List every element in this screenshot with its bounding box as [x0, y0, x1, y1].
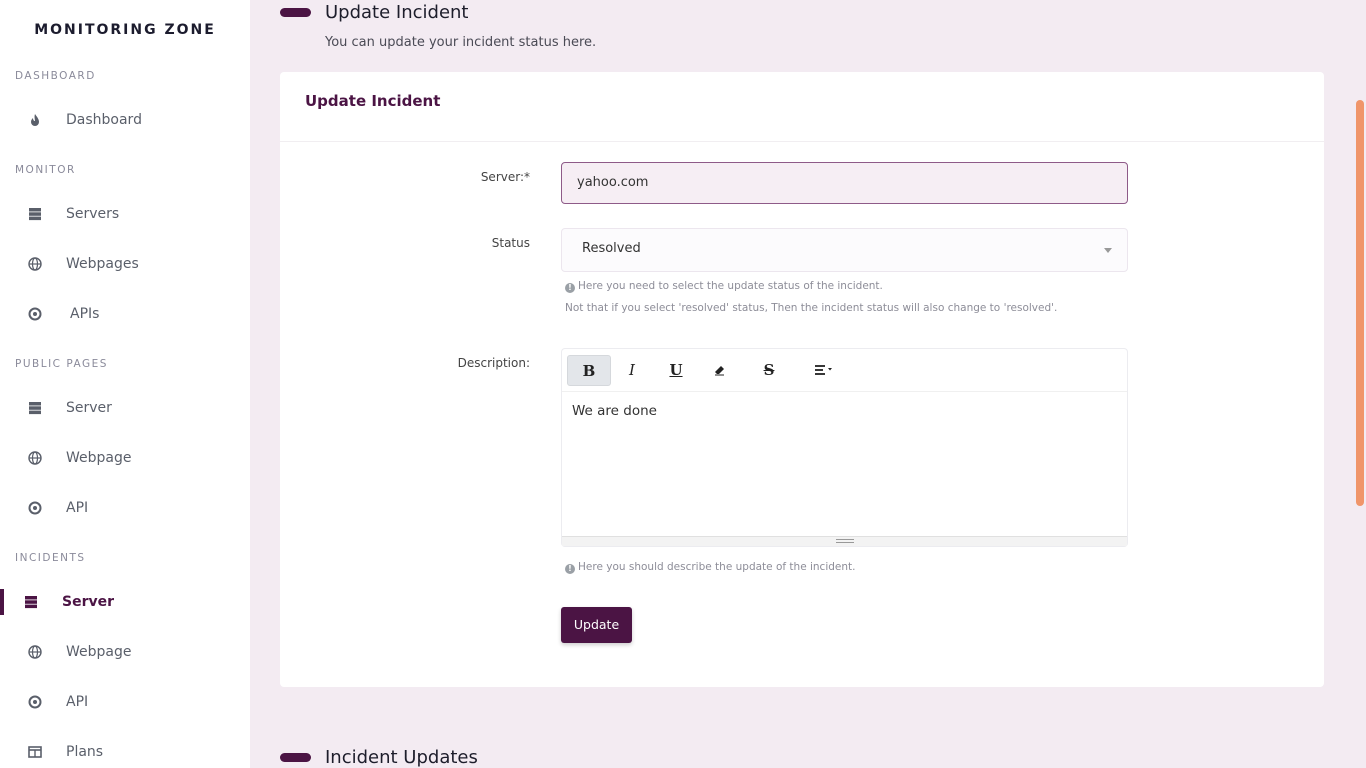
sidebar-item-webpages[interactable]: Webpages — [0, 244, 250, 284]
sidebar-item-incidents-server[interactable]: Server — [0, 582, 250, 622]
sidebar-item-label: Webpage — [66, 644, 132, 660]
sidebar-item-public-webpage[interactable]: Webpage — [0, 438, 250, 478]
description-editor: B I U S We are done — [561, 348, 1128, 547]
sidebar-item-label: API — [66, 694, 89, 710]
sidebar-item-label: Plans — [66, 744, 104, 760]
circle-dot-icon — [28, 307, 42, 321]
card-header: Update Incident — [280, 72, 1324, 142]
bold-button[interactable]: B — [567, 355, 611, 386]
sidebar-item-incidents-api[interactable]: API — [0, 682, 250, 722]
page-title: Update Incident — [325, 2, 469, 23]
status-selected-value: Resolved — [582, 241, 641, 256]
sidebar-item-label: Webpage — [66, 450, 132, 466]
underline-button[interactable]: U — [654, 355, 698, 386]
server-icon — [25, 596, 37, 609]
scrollbar-thumb[interactable] — [1356, 100, 1364, 506]
sidebar-item-public-server[interactable]: Server — [0, 388, 250, 428]
server-icon — [29, 402, 41, 415]
section-label-public-pages: PUBLIC PAGES — [15, 358, 108, 370]
update-incident-card: Update Incident Server:* yahoo.com Statu… — [280, 72, 1324, 687]
globe-icon — [28, 257, 42, 271]
circle-dot-icon — [28, 501, 42, 515]
sidebar-item-label: Dashboard — [66, 112, 142, 128]
globe-icon — [28, 451, 42, 465]
fire-icon — [31, 114, 39, 126]
description-label: Description: — [457, 356, 530, 370]
active-indicator — [0, 589, 4, 615]
align-dropdown-button[interactable] — [802, 355, 846, 386]
page-subtitle: You can update your incident status here… — [325, 35, 597, 50]
sidebar-item-label: Server — [66, 400, 112, 416]
editor-resize-handle[interactable] — [562, 536, 1127, 546]
incident-updates-title: Incident Updates — [325, 747, 478, 768]
sidebar-item-label: Webpages — [66, 256, 139, 272]
update-button[interactable]: Update — [561, 607, 632, 643]
align-left-icon — [815, 365, 832, 375]
eraser-button[interactable] — [698, 355, 742, 386]
editor-toolbar: B I U S — [562, 349, 1127, 392]
sidebar-item-label: APIs — [70, 306, 100, 322]
info-icon: ! — [565, 564, 575, 574]
status-label: Status — [491, 236, 530, 250]
globe-icon — [28, 645, 42, 659]
sidebar-item-dashboard[interactable]: Dashboard — [0, 100, 250, 140]
section-label-incidents: INCIDENTS — [15, 552, 86, 564]
card-title: Update Incident — [305, 92, 441, 110]
sidebar-item-label: API — [66, 500, 89, 516]
title-accent-pill — [280, 8, 311, 17]
table-icon — [28, 746, 42, 758]
sidebar-item-apis[interactable]: APIs — [0, 294, 250, 334]
server-icon — [29, 208, 41, 221]
status-select[interactable]: Resolved — [561, 228, 1128, 272]
sidebar-item-servers[interactable]: Servers — [0, 194, 250, 234]
info-icon: ! — [565, 283, 575, 293]
chevron-down-icon — [1104, 248, 1112, 253]
italic-button[interactable]: I — [610, 355, 654, 386]
status-hint-secondary: Not that if you select 'resolved' status… — [565, 302, 1058, 314]
sidebar-item-incidents-webpage[interactable]: Webpage — [0, 632, 250, 672]
server-field[interactable]: yahoo.com — [561, 162, 1128, 204]
server-label: Server:* — [480, 170, 530, 184]
status-hint: ! Here you need to select the update stat… — [565, 280, 883, 293]
sidebar-item-label: Server — [62, 594, 115, 610]
grip-icon — [836, 539, 854, 543]
sidebar-item-public-api[interactable]: API — [0, 488, 250, 528]
strikethrough-button[interactable]: S — [747, 355, 791, 386]
status-hint-text: Here you need to select the update statu… — [578, 280, 883, 292]
brand-logo: MONITORING ZONE — [34, 22, 216, 38]
circle-dot-icon — [28, 695, 42, 709]
description-hint-text: Here you should describe the update of t… — [578, 561, 856, 573]
sidebar: MONITORING ZONE DASHBOARD Dashboard MONI… — [0, 0, 250, 768]
section-label-monitor: MONITOR — [15, 164, 76, 176]
sidebar-item-plans[interactable]: Plans — [0, 732, 250, 768]
sidebar-item-label: Servers — [66, 206, 120, 222]
section-accent-pill — [280, 753, 311, 762]
description-hint: ! Here you should describe the update of … — [565, 561, 856, 574]
description-textarea[interactable]: We are done — [562, 392, 1127, 536]
eraser-icon — [715, 366, 724, 376]
section-label-dashboard: DASHBOARD — [15, 70, 96, 82]
